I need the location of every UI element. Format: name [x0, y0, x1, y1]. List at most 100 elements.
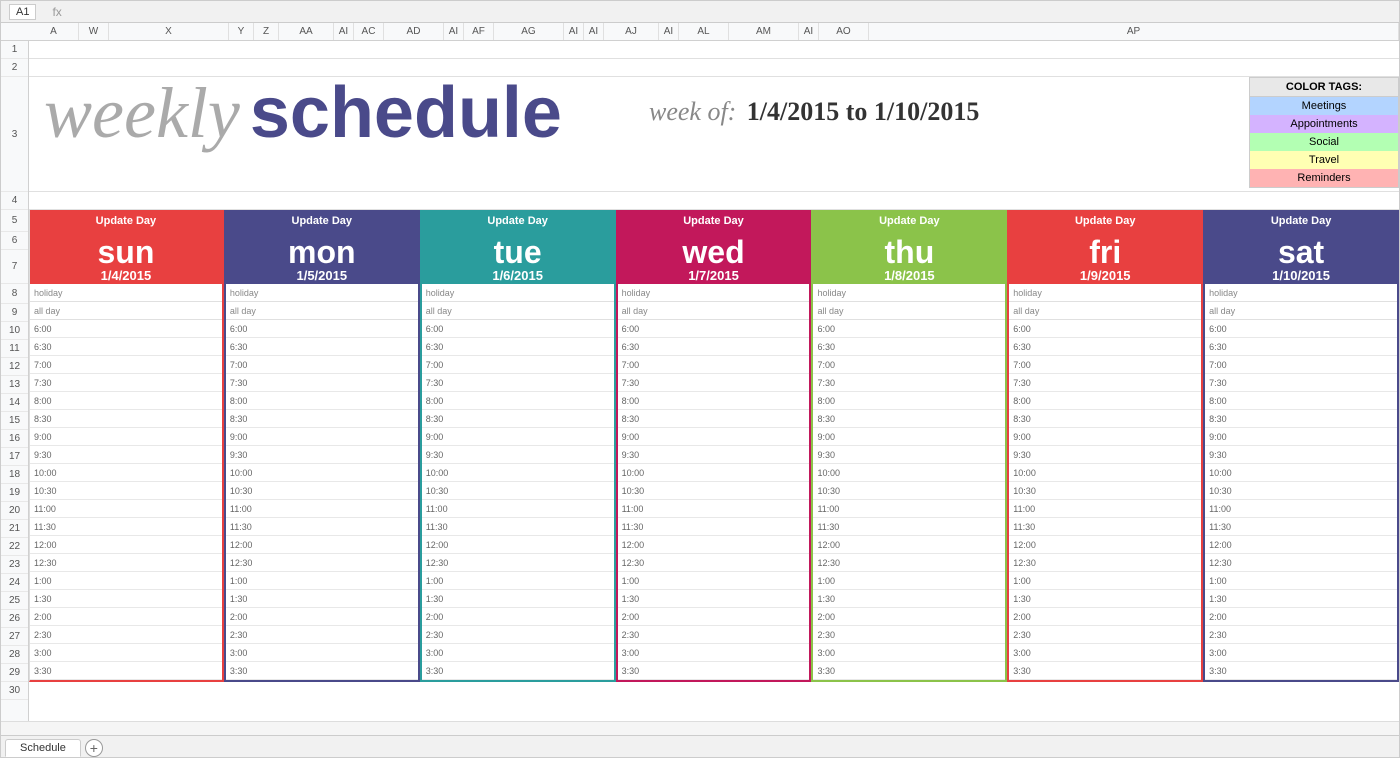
time-slot-wed-100[interactable]: 1:00	[618, 572, 810, 590]
time-slot-wed-600[interactable]: 6:00	[618, 320, 810, 338]
time-slot-tue-200[interactable]: 2:00	[422, 608, 614, 626]
time-slot-sat-600[interactable]: 6:00	[1205, 320, 1397, 338]
time-slot-fri-830[interactable]: 8:30	[1009, 410, 1201, 428]
time-slot-tue-600[interactable]: 6:00	[422, 320, 614, 338]
time-slot-sat-900[interactable]: 9:00	[1205, 428, 1397, 446]
time-slot-sun-1100[interactable]: 11:00	[30, 500, 222, 518]
time-slot-fri-1000[interactable]: 10:00	[1009, 464, 1201, 482]
schedule-tab[interactable]: Schedule	[5, 739, 81, 757]
time-slot-tue-1030[interactable]: 10:30	[422, 482, 614, 500]
time-slot-sat-930[interactable]: 9:30	[1205, 446, 1397, 464]
update-day-mon[interactable]: Update Day	[226, 210, 418, 232]
time-slot-thu-1030[interactable]: 10:30	[813, 482, 1005, 500]
time-slot-mon-600[interactable]: 6:00	[226, 320, 418, 338]
time-slot-sun-830[interactable]: 8:30	[30, 410, 222, 428]
time-slot-sat-230[interactable]: 2:30	[1205, 626, 1397, 644]
time-slot-fri-800[interactable]: 8:00	[1009, 392, 1201, 410]
time-slot-sun-1000[interactable]: 10:00	[30, 464, 222, 482]
time-slot-fri-1030[interactable]: 10:30	[1009, 482, 1201, 500]
time-slot-wed-730[interactable]: 7:30	[618, 374, 810, 392]
time-slot-fri-900[interactable]: 9:00	[1009, 428, 1201, 446]
time-slot-sun-300[interactable]: 3:00	[30, 644, 222, 662]
time-slot-thu-930[interactable]: 9:30	[813, 446, 1005, 464]
time-slot-sat-130[interactable]: 1:30	[1205, 590, 1397, 608]
time-slot-thu-900[interactable]: 9:00	[813, 428, 1005, 446]
time-slot-sat-830[interactable]: 8:30	[1205, 410, 1397, 428]
time-slot-wed-1100[interactable]: 11:00	[618, 500, 810, 518]
time-slot-tue-330[interactable]: 3:30	[422, 662, 614, 680]
time-slot-wed-1130[interactable]: 11:30	[618, 518, 810, 536]
time-slot-sat-1200[interactable]: 12:00	[1205, 536, 1397, 554]
time-slot-tue-730[interactable]: 7:30	[422, 374, 614, 392]
time-slot-wed-700[interactable]: 7:00	[618, 356, 810, 374]
time-slot-wed-130[interactable]: 1:30	[618, 590, 810, 608]
update-day-wed[interactable]: Update Day	[618, 210, 810, 232]
time-slot-tue-1230[interactable]: 12:30	[422, 554, 614, 572]
time-slot-sat-1030[interactable]: 10:30	[1205, 482, 1397, 500]
time-slot-sun-930[interactable]: 9:30	[30, 446, 222, 464]
time-slot-tue-300[interactable]: 3:00	[422, 644, 614, 662]
time-slot-mon-1230[interactable]: 12:30	[226, 554, 418, 572]
time-slot-wed-330[interactable]: 3:30	[618, 662, 810, 680]
time-slot-wed-1000[interactable]: 10:00	[618, 464, 810, 482]
time-slot-sat-1130[interactable]: 11:30	[1205, 518, 1397, 536]
time-slot-mon-630[interactable]: 6:30	[226, 338, 418, 356]
update-day-sat[interactable]: Update Day	[1205, 210, 1397, 232]
update-day-sun[interactable]: Update Day	[30, 210, 222, 232]
time-slot-thu-1130[interactable]: 11:30	[813, 518, 1005, 536]
time-slot-fri-600[interactable]: 6:00	[1009, 320, 1201, 338]
time-slot-thu-800[interactable]: 8:00	[813, 392, 1005, 410]
time-slot-mon-130[interactable]: 1:30	[226, 590, 418, 608]
time-slot-thu-1230[interactable]: 12:30	[813, 554, 1005, 572]
time-slot-tue-830[interactable]: 8:30	[422, 410, 614, 428]
time-slot-sun-1130[interactable]: 11:30	[30, 518, 222, 536]
time-slot-thu-830[interactable]: 8:30	[813, 410, 1005, 428]
time-slot-tue-1100[interactable]: 11:00	[422, 500, 614, 518]
time-slot-thu-100[interactable]: 1:00	[813, 572, 1005, 590]
time-slot-thu-1200[interactable]: 12:00	[813, 536, 1005, 554]
time-slot-thu-200[interactable]: 2:00	[813, 608, 1005, 626]
time-slot-sat-630[interactable]: 6:30	[1205, 338, 1397, 356]
time-slot-mon-300[interactable]: 3:00	[226, 644, 418, 662]
time-slot-mon-830[interactable]: 8:30	[226, 410, 418, 428]
time-slot-sun-330[interactable]: 3:30	[30, 662, 222, 680]
time-slot-sat-700[interactable]: 7:00	[1205, 356, 1397, 374]
time-slot-tue-700[interactable]: 7:00	[422, 356, 614, 374]
time-slot-fri-330[interactable]: 3:30	[1009, 662, 1201, 680]
time-slot-wed-300[interactable]: 3:00	[618, 644, 810, 662]
time-slot-sun-800[interactable]: 8:00	[30, 392, 222, 410]
time-slot-sun-100[interactable]: 1:00	[30, 572, 222, 590]
time-slot-wed-800[interactable]: 8:00	[618, 392, 810, 410]
time-slot-thu-330[interactable]: 3:30	[813, 662, 1005, 680]
add-sheet-button[interactable]: +	[85, 739, 103, 757]
time-slot-mon-1030[interactable]: 10:30	[226, 482, 418, 500]
time-slot-sat-300[interactable]: 3:00	[1205, 644, 1397, 662]
time-slot-wed-930[interactable]: 9:30	[618, 446, 810, 464]
time-slot-mon-800[interactable]: 8:00	[226, 392, 418, 410]
time-slot-sun-630[interactable]: 6:30	[30, 338, 222, 356]
time-slot-tue-800[interactable]: 8:00	[422, 392, 614, 410]
time-slot-sun-1200[interactable]: 12:00	[30, 536, 222, 554]
time-slot-wed-630[interactable]: 6:30	[618, 338, 810, 356]
time-slot-sat-1000[interactable]: 10:00	[1205, 464, 1397, 482]
time-slot-wed-830[interactable]: 8:30	[618, 410, 810, 428]
time-slot-mon-1100[interactable]: 11:00	[226, 500, 418, 518]
time-slot-mon-1130[interactable]: 11:30	[226, 518, 418, 536]
time-slot-thu-630[interactable]: 6:30	[813, 338, 1005, 356]
update-day-fri[interactable]: Update Day	[1009, 210, 1201, 232]
time-slot-fri-730[interactable]: 7:30	[1009, 374, 1201, 392]
time-slot-wed-1030[interactable]: 10:30	[618, 482, 810, 500]
time-slot-sat-730[interactable]: 7:30	[1205, 374, 1397, 392]
time-slot-mon-930[interactable]: 9:30	[226, 446, 418, 464]
time-slot-sat-1100[interactable]: 11:00	[1205, 500, 1397, 518]
time-slot-fri-230[interactable]: 2:30	[1009, 626, 1201, 644]
time-slot-fri-100[interactable]: 1:00	[1009, 572, 1201, 590]
time-slot-mon-330[interactable]: 3:30	[226, 662, 418, 680]
time-slot-fri-200[interactable]: 2:00	[1009, 608, 1201, 626]
time-slot-mon-1200[interactable]: 12:00	[226, 536, 418, 554]
time-slot-tue-1130[interactable]: 11:30	[422, 518, 614, 536]
time-slot-sat-800[interactable]: 8:00	[1205, 392, 1397, 410]
time-slot-mon-900[interactable]: 9:00	[226, 428, 418, 446]
time-slot-fri-1130[interactable]: 11:30	[1009, 518, 1201, 536]
time-slot-tue-130[interactable]: 1:30	[422, 590, 614, 608]
